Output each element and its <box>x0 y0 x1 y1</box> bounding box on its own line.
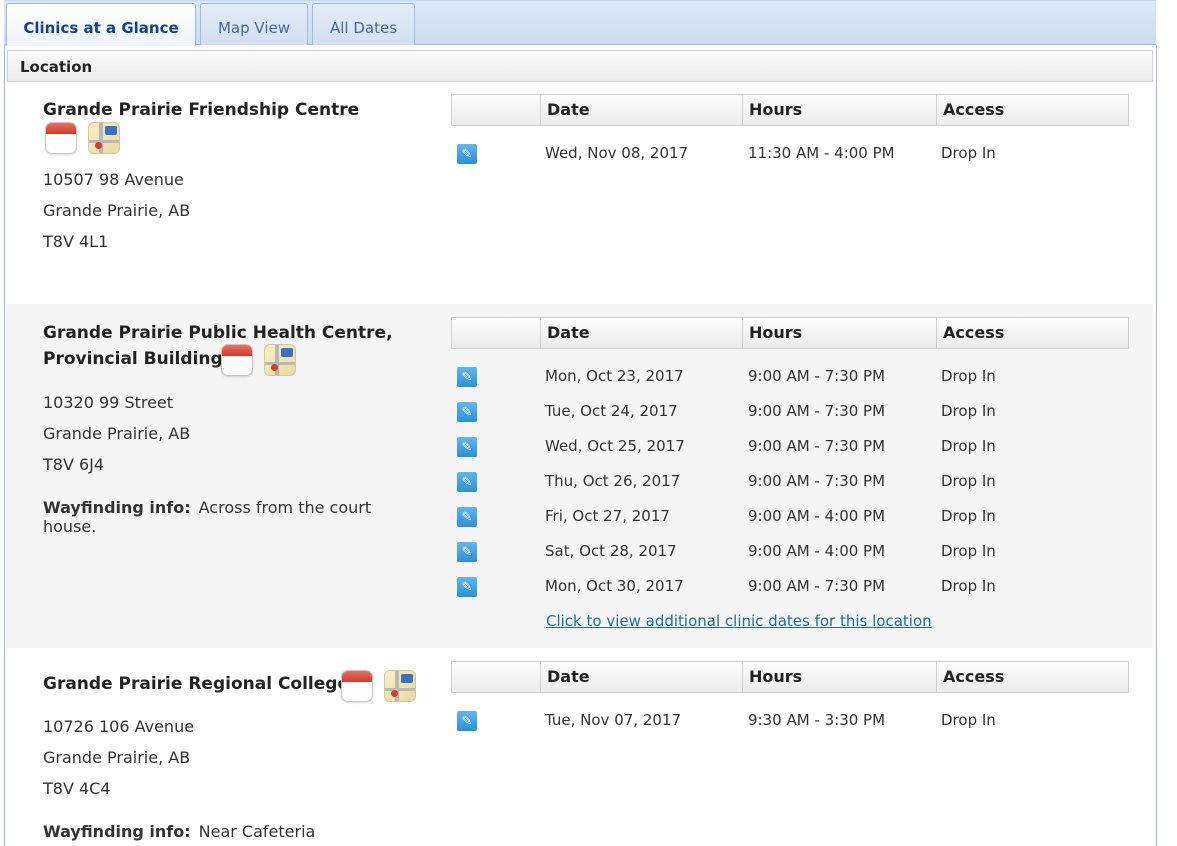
edit-pencil-icon[interactable]: ✎ <box>457 144 477 164</box>
session-date: Mon, Oct 23, 2017 <box>545 367 684 385</box>
header-date: Date <box>540 662 742 692</box>
session-date: Tue, Oct 24, 2017 <box>545 402 678 420</box>
clinic-name: Grande Prairie Friendship Centre <box>43 100 360 120</box>
session-access: Drop In <box>941 507 996 525</box>
session-hours: 9:00 AM - 7:30 PM <box>748 367 886 385</box>
header-date: Date <box>540 318 742 348</box>
edit-pencil-icon[interactable]: ✎ <box>457 577 477 597</box>
session-date: Wed, Nov 08, 2017 <box>545 144 689 162</box>
session-row: ✎ Wed, Oct 25, 2017 9:00 AM - 7:30 PM Dr… <box>451 437 1129 472</box>
map-icon[interactable] <box>384 670 416 702</box>
sessions-table-header: Date Hours Access <box>451 661 1129 693</box>
session-date: Sat, Oct 28, 2017 <box>545 542 677 560</box>
clinic-row: Grande Prairie Regional College 10726 10… <box>7 650 1153 846</box>
session-row: ✎ Wed, Nov 08, 2017 11:30 AM - 4:00 PM D… <box>451 144 1129 179</box>
clinic-name: Grande Prairie Public Health Centre, <box>43 323 393 343</box>
header-blank <box>452 662 540 692</box>
calendar-icon[interactable] <box>221 344 253 376</box>
header-hours: Hours <box>742 318 936 348</box>
address-postal-code: T8V 4L1 <box>43 232 109 251</box>
location-column-header: Location <box>7 50 1153 82</box>
session-row: ✎ Mon, Oct 23, 2017 9:00 AM - 7:30 PM Dr… <box>451 367 1129 402</box>
session-row: ✎ Fri, Oct 27, 2017 9:00 AM - 4:00 PM Dr… <box>451 507 1129 542</box>
edit-pencil-icon[interactable]: ✎ <box>457 542 477 562</box>
wayfinding-label: Wayfinding info: <box>43 822 191 841</box>
session-access: Drop In <box>941 577 996 595</box>
session-hours: 9:00 AM - 7:30 PM <box>748 472 886 490</box>
clinic-name: Grande Prairie Regional College <box>43 674 349 694</box>
session-row: ✎ Sat, Oct 28, 2017 9:00 AM - 4:00 PM Dr… <box>451 542 1129 577</box>
sessions-table-header: Date Hours Access <box>451 317 1129 349</box>
wayfinding-info: Wayfinding info: Near Cafeteria <box>43 822 403 841</box>
clinic-row: Grande Prairie Friendship Centre 10507 9… <box>7 84 1153 302</box>
address-postal-code: T8V 6J4 <box>43 455 105 474</box>
header-date: Date <box>540 95 742 125</box>
address-city: Grande Prairie, AB <box>43 748 191 767</box>
session-hours: 9:00 AM - 7:30 PM <box>748 437 886 455</box>
edit-pencil-icon[interactable]: ✎ <box>457 711 477 731</box>
map-icon[interactable] <box>264 344 296 376</box>
tab-clinics-at-a-glance[interactable]: Clinics at a Glance <box>6 3 196 46</box>
edit-pencil-icon[interactable]: ✎ <box>457 437 477 457</box>
session-date: Wed, Oct 25, 2017 <box>545 437 685 455</box>
session-hours: 9:00 AM - 7:30 PM <box>748 577 886 595</box>
address-city: Grande Prairie, AB <box>43 424 191 443</box>
address-street: 10320 99 Street <box>43 393 174 412</box>
address-city: Grande Prairie, AB <box>43 201 191 220</box>
header-hours: Hours <box>742 662 936 692</box>
session-hours: 9:00 AM - 7:30 PM <box>748 402 886 420</box>
address-postal-code: T8V 4C4 <box>43 779 111 798</box>
session-hours: 9:00 AM - 4:00 PM <box>748 507 886 525</box>
clinic-row: Grande Prairie Public Health Centre, Pro… <box>7 304 1153 648</box>
session-access: Drop In <box>941 437 996 455</box>
sessions-table-header: Date Hours Access <box>451 94 1129 126</box>
additional-dates-link[interactable]: Click to view additional clinic dates fo… <box>546 612 932 630</box>
header-access: Access <box>936 95 1128 125</box>
session-date: Mon, Oct 30, 2017 <box>545 577 684 595</box>
header-blank <box>452 318 540 348</box>
session-hours: 9:00 AM - 4:00 PM <box>748 542 886 560</box>
session-date: Fri, Oct 27, 2017 <box>545 507 670 525</box>
session-row: ✎ Mon, Oct 30, 2017 9:00 AM - 7:30 PM Dr… <box>451 577 1129 612</box>
session-access: Drop In <box>941 472 996 490</box>
header-access: Access <box>936 318 1128 348</box>
header-hours: Hours <box>742 95 936 125</box>
session-access: Drop In <box>941 711 996 729</box>
map-icon[interactable] <box>88 122 120 154</box>
session-access: Drop In <box>941 542 996 560</box>
clinic-name-line2: Provincial Building <box>43 349 223 369</box>
wayfinding-label: Wayfinding info: <box>43 498 191 517</box>
calendar-icon[interactable] <box>45 122 77 154</box>
wayfinding-info: Wayfinding info: Across from the court ho… <box>43 498 403 536</box>
tab-map-view[interactable]: Map View <box>200 3 308 45</box>
header-blank <box>452 95 540 125</box>
session-access: Drop In <box>941 144 996 162</box>
session-hours: 11:30 AM - 4:00 PM <box>748 144 895 162</box>
edit-pencil-icon[interactable]: ✎ <box>457 507 477 527</box>
session-access: Drop In <box>941 367 996 385</box>
edit-pencil-icon[interactable]: ✎ <box>457 402 477 422</box>
session-access: Drop In <box>941 402 996 420</box>
address-street: 10726 106 Avenue <box>43 717 195 736</box>
edit-pencil-icon[interactable]: ✎ <box>457 472 477 492</box>
session-row: ✎ Tue, Oct 24, 2017 9:00 AM - 7:30 PM Dr… <box>451 402 1129 437</box>
header-access: Access <box>936 662 1128 692</box>
tab-all-dates[interactable]: All Dates <box>312 3 415 45</box>
session-date: Thu, Oct 26, 2017 <box>545 472 681 490</box>
address-street: 10507 98 Avenue <box>43 170 184 189</box>
session-row: ✎ Thu, Oct 26, 2017 9:00 AM - 7:30 PM Dr… <box>451 472 1129 507</box>
session-hours: 9:30 AM - 3:30 PM <box>748 711 886 729</box>
session-row: ✎ Tue, Nov 07, 2017 9:30 AM - 3:30 PM Dr… <box>451 711 1129 746</box>
calendar-icon[interactable] <box>341 670 373 702</box>
edit-pencil-icon[interactable]: ✎ <box>457 367 477 387</box>
wayfinding-text: Near Cafeteria <box>198 822 316 841</box>
session-date: Tue, Nov 07, 2017 <box>545 711 681 729</box>
